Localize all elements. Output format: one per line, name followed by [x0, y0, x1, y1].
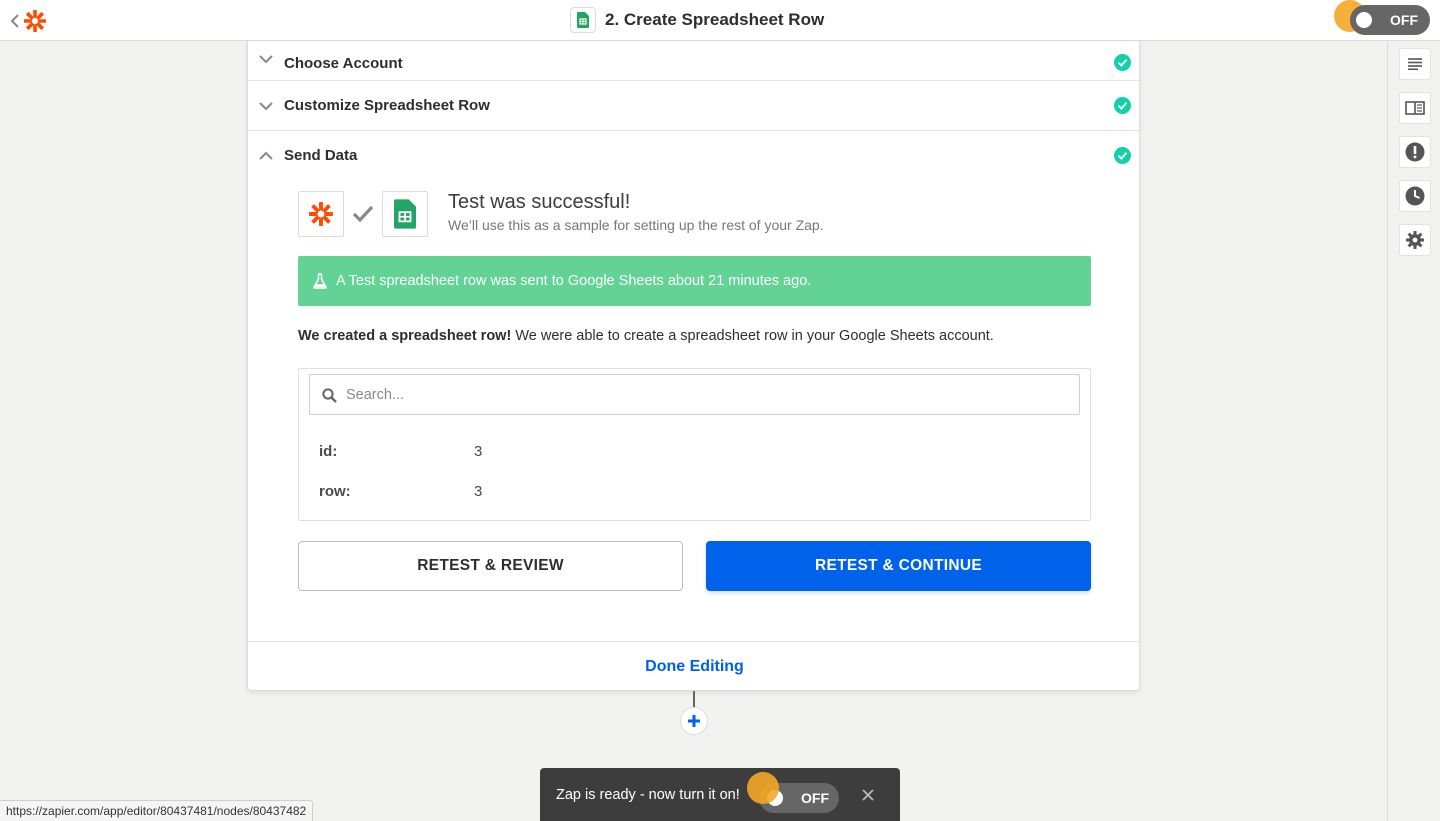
- google-sheets-icon: [570, 7, 596, 33]
- check-circle-icon: [1114, 54, 1131, 71]
- outline-button[interactable]: [1399, 48, 1431, 80]
- banner-text: A Test spreadsheet row was sent to Googl…: [336, 273, 812, 289]
- retest-review-button[interactable]: RETEST & REVIEW: [298, 541, 683, 591]
- flask-icon: [313, 273, 327, 289]
- created-message-text: We were able to create a spreadsheet row…: [511, 328, 994, 344]
- history-button[interactable]: [1399, 180, 1431, 212]
- zapier-logo-icon: [24, 10, 46, 32]
- settings-button[interactable]: [1399, 224, 1431, 256]
- test-result-header: Test was successful! We’ll use this as a…: [298, 190, 824, 238]
- section-customize-spreadsheet-row[interactable]: Customize Spreadsheet Row: [248, 81, 1141, 131]
- search-input[interactable]: [346, 376, 1066, 413]
- attention-pulse: [747, 772, 779, 804]
- step-title: 2. Create Spreadsheet Row: [570, 7, 824, 33]
- field-key: row:: [319, 483, 351, 500]
- test-success-subtitle: We’ll use this as a sample for setting u…: [448, 217, 824, 233]
- page-title: 2. Create Spreadsheet Row: [605, 10, 825, 29]
- add-step-button[interactable]: [680, 707, 708, 735]
- retest-continue-button[interactable]: RETEST & CONTINUE: [706, 541, 1091, 591]
- done-editing-row: Done Editing: [248, 641, 1141, 691]
- check-circle-icon: [1114, 147, 1131, 164]
- guide-icon: [1405, 101, 1425, 115]
- section-label: Customize Spreadsheet Row: [284, 97, 490, 114]
- outline-icon: [1408, 58, 1422, 70]
- zapier-app-tile: [298, 191, 344, 237]
- chevron-down-icon: [259, 55, 273, 64]
- close-icon[interactable]: [862, 789, 874, 801]
- section-label: Choose Account: [284, 55, 403, 72]
- created-message: We created a spreadsheet row! We were ab…: [298, 328, 994, 344]
- chevron-left-icon: [10, 14, 19, 28]
- chevron-up-icon: [259, 151, 273, 160]
- guide-button[interactable]: [1399, 92, 1431, 124]
- plus-icon: [688, 715, 700, 727]
- status-bar-url: https://zapier.com/app/editor/80437481/n…: [0, 800, 314, 821]
- alert-icon: [1405, 142, 1425, 162]
- zap-ready-toast: Zap is ready - now turn it on! OFF: [540, 768, 900, 821]
- google-sheets-app-tile: [382, 191, 428, 237]
- toggle-label: OFF: [801, 790, 829, 806]
- toggle-label: OFF: [1390, 12, 1418, 28]
- checkmark-icon: [344, 191, 382, 237]
- zap-on-off-toggle[interactable]: OFF: [1350, 5, 1430, 35]
- alerts-button[interactable]: [1399, 136, 1431, 168]
- section-send-data[interactable]: Send Data: [248, 131, 1141, 181]
- google-sheets-icon: [394, 199, 416, 229]
- field-value: 3: [474, 443, 483, 460]
- zapier-logo-icon: [309, 202, 333, 226]
- check-circle-icon: [1114, 97, 1131, 114]
- history-icon: [1405, 186, 1425, 206]
- step-connector: [693, 691, 695, 708]
- search-icon: [322, 388, 337, 403]
- created-message-bold: We created a spreadsheet row!: [298, 328, 512, 344]
- search-field[interactable]: [309, 374, 1080, 415]
- gear-icon: [1406, 231, 1424, 249]
- sample-data-panel: id: 3 row: 3: [298, 368, 1091, 521]
- done-editing-link[interactable]: Done Editing: [645, 658, 744, 676]
- back-button[interactable]: [10, 8, 54, 34]
- test-sent-banner: A Test spreadsheet row was sent to Googl…: [298, 256, 1091, 306]
- chevron-down-icon: [259, 102, 273, 111]
- section-choose-account[interactable]: Choose Account: [248, 31, 1141, 81]
- toast-message: Zap is ready - now turn it on!: [556, 787, 740, 803]
- test-success-title: Test was successful!: [448, 191, 631, 213]
- toggle-knob: [1356, 12, 1372, 28]
- step-editor-card: Choose Account Customize Spreadsheet Row…: [247, 41, 1141, 691]
- field-value: 3: [474, 483, 483, 500]
- section-label: Send Data: [284, 147, 358, 164]
- field-key: id:: [319, 443, 338, 460]
- right-sidebar: [1387, 41, 1440, 821]
